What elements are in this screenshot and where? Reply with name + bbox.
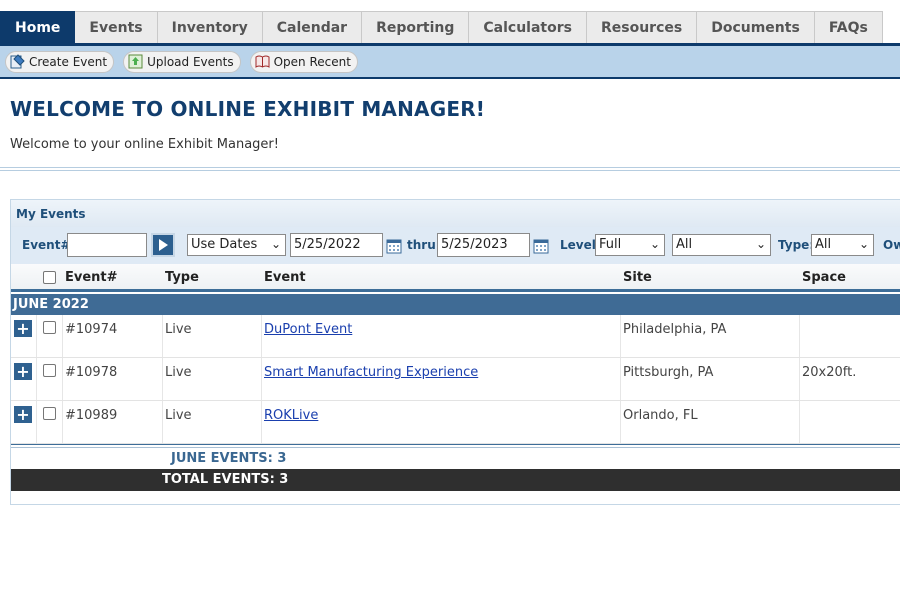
thru-label: thru xyxy=(407,238,436,252)
tab-events[interactable]: Events xyxy=(75,11,158,44)
event-site: Philadelphia, PA xyxy=(623,322,727,337)
tab-calendar[interactable]: Calendar xyxy=(262,11,363,44)
level-select[interactable]: Full ⌄ xyxy=(595,234,665,256)
table-header: Event# Type Event Site Space xyxy=(11,264,900,292)
row-checkbox[interactable] xyxy=(43,364,56,377)
create-event-button[interactable]: Create Event xyxy=(5,50,115,73)
row-checkbox[interactable] xyxy=(43,407,56,420)
table-row: + #10989 Live ROKLive Orlando, FL xyxy=(11,401,900,444)
table-footer-divider xyxy=(11,444,900,448)
month-event-count: JUNE EVENTS: 3 xyxy=(171,451,287,466)
table-row: + #10978 Live Smart Manufacturing Experi… xyxy=(11,358,900,401)
tab-home[interactable]: Home xyxy=(0,11,76,44)
play-icon xyxy=(159,239,168,251)
create-event-icon xyxy=(9,53,26,70)
type-select[interactable]: All ⌄ xyxy=(811,234,874,256)
col-event-number[interactable]: Event# xyxy=(65,270,118,285)
col-space[interactable]: Space xyxy=(802,270,846,285)
event-type: Live xyxy=(165,365,192,380)
table-row: + #10974 Live DuPont Event Philadelphia,… xyxy=(11,315,900,358)
chevron-down-icon: ⌄ xyxy=(270,237,281,251)
upload-events-button[interactable]: Upload Events xyxy=(123,50,241,73)
event-link[interactable]: Smart Manufacturing Experience xyxy=(264,365,478,380)
event-link[interactable]: DuPont Event xyxy=(264,322,352,337)
level-value: Full xyxy=(599,237,622,252)
event-number: #10989 xyxy=(65,408,118,423)
select-all-checkbox[interactable] xyxy=(43,271,56,284)
date-mode-select[interactable]: Use Dates ⌄ xyxy=(187,234,286,256)
type-label: Type: xyxy=(778,238,815,252)
action-toolbar: Create Event Upload Events Open Recent xyxy=(0,46,900,79)
owner-label: Ow xyxy=(883,238,900,252)
event-site: Orlando, FL xyxy=(623,408,698,423)
row-checkbox[interactable] xyxy=(43,321,56,334)
chevron-down-icon: ⌄ xyxy=(858,237,869,251)
date-to-input[interactable]: 5/25/2023 xyxy=(437,233,530,257)
event-type: Live xyxy=(165,408,192,423)
open-book-icon xyxy=(254,53,271,70)
date-from-input[interactable]: 5/25/2022 xyxy=(290,233,383,257)
calendar-icon[interactable] xyxy=(386,238,402,254)
event-link[interactable]: ROKLive xyxy=(264,408,318,423)
main-nav: Home Events Inventory Calendar Reporting… xyxy=(0,11,883,44)
tab-faqs[interactable]: FAQs xyxy=(814,11,883,44)
month-group-header: JUNE 2022 xyxy=(11,294,900,315)
expand-icon[interactable]: + xyxy=(14,363,32,380)
tab-calculators[interactable]: Calculators xyxy=(469,11,587,44)
scope-value: All xyxy=(676,237,693,252)
welcome-message: Welcome to your online Exhibit Manager! xyxy=(10,137,279,152)
section-divider xyxy=(0,167,900,171)
type-value: All xyxy=(815,237,832,252)
tab-reporting[interactable]: Reporting xyxy=(362,11,470,44)
tab-documents[interactable]: Documents xyxy=(697,11,815,44)
chevron-down-icon: ⌄ xyxy=(755,237,766,251)
open-recent-label: Open Recent xyxy=(273,54,351,69)
calendar-icon[interactable] xyxy=(533,238,549,254)
events-filter-bar: Event#: Use Dates ⌄ 5/25/2022 thru 5/25/… xyxy=(11,227,900,264)
go-button[interactable] xyxy=(151,233,175,257)
tab-resources[interactable]: Resources xyxy=(586,11,698,44)
expand-icon[interactable]: + xyxy=(14,320,32,337)
event-type: Live xyxy=(165,322,192,337)
total-events-bar: TOTAL EVENTS: 3 xyxy=(11,469,900,491)
panel-title: My Events xyxy=(11,200,900,227)
event-space: 20x20ft. xyxy=(802,365,857,380)
upload-icon xyxy=(127,53,144,70)
open-recent-button[interactable]: Open Recent xyxy=(249,50,358,73)
tab-inventory[interactable]: Inventory xyxy=(157,11,263,44)
event-number: #10978 xyxy=(65,365,118,380)
scope-select[interactable]: All ⌄ xyxy=(672,234,771,256)
upload-events-label: Upload Events xyxy=(147,54,234,69)
col-event[interactable]: Event xyxy=(264,270,306,285)
col-site[interactable]: Site xyxy=(623,270,652,285)
page-title: WELCOME TO ONLINE EXHIBIT MANAGER! xyxy=(10,97,486,121)
expand-icon[interactable]: + xyxy=(14,406,32,423)
event-number: #10974 xyxy=(65,322,118,337)
col-type[interactable]: Type xyxy=(165,270,199,285)
total-event-count: TOTAL EVENTS: 3 xyxy=(162,472,289,487)
event-number-input[interactable] xyxy=(67,233,147,257)
event-site: Pittsburgh, PA xyxy=(623,365,714,380)
create-event-label: Create Event xyxy=(29,54,108,69)
chevron-down-icon: ⌄ xyxy=(649,237,660,251)
date-mode-value: Use Dates xyxy=(191,237,258,252)
my-events-panel: My Events Event#: Use Dates ⌄ 5/25/2022 … xyxy=(10,199,900,505)
